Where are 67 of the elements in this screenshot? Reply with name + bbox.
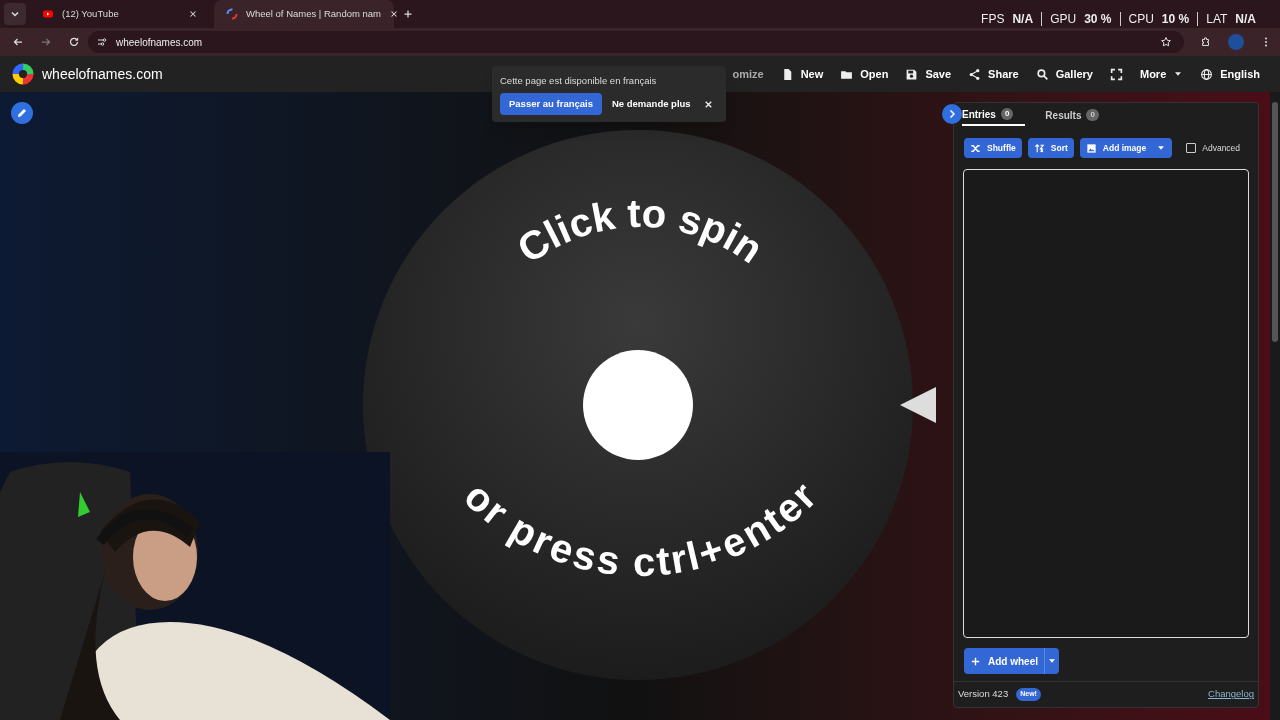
wheel-icon: [226, 8, 238, 20]
browser-tab[interactable]: (12) YouTube: [30, 0, 210, 28]
plus-icon: [970, 655, 981, 667]
menu-fullscreen-button[interactable]: [1110, 67, 1123, 81]
stat-label: FPS: [981, 11, 1005, 28]
popup-message: Cette page est disponible en français: [500, 74, 658, 88]
menu-gallery-button[interactable]: Gallery: [1035, 65, 1093, 83]
image-icon: [1085, 142, 1097, 154]
accept-button[interactable]: Passer au français: [500, 93, 602, 116]
stat-label: CPU: [1128, 11, 1154, 28]
checkbox-label: Advanced: [1202, 141, 1241, 155]
wheel[interactable]: [363, 130, 913, 680]
reload-icon[interactable]: [68, 36, 80, 48]
browser-tab[interactable]: Wheel of Names | Random nam: [214, 0, 394, 28]
count-badge: 0: [1000, 108, 1014, 120]
version-label: Version 423: [958, 687, 1009, 702]
sort-button[interactable]: Sort: [1027, 138, 1074, 158]
panel-tab[interactable]: Results 0: [1045, 104, 1111, 126]
menu-save-button[interactable]: Save: [905, 65, 952, 83]
search-icon: [1035, 67, 1049, 81]
pencil-icon: [16, 107, 28, 119]
site-logo[interactable]: wheelofnames.com: [42, 63, 163, 85]
stat-label: LAT: [1206, 11, 1228, 28]
menu-share-button[interactable]: Share: [968, 65, 1019, 83]
close-icon[interactable]: [389, 9, 399, 19]
address-bar[interactable]: wheelofnames.com: [88, 31, 1184, 53]
extensions-icon[interactable]: [1200, 36, 1212, 48]
shuffle-icon: [970, 142, 981, 154]
new-tab-icon[interactable]: [402, 8, 414, 20]
share-icon: [968, 67, 982, 81]
globe-icon: [1200, 67, 1214, 81]
collapse-button[interactable]: [942, 104, 962, 124]
pointer: [898, 385, 938, 425]
sort-icon: [1033, 142, 1045, 154]
close-icon[interactable]: [188, 9, 198, 19]
edit-button[interactable]: [11, 102, 33, 124]
menu-more-button[interactable]: More: [1140, 65, 1184, 83]
spin-prompt: Click to spin: [509, 190, 771, 272]
menu-new-button[interactable]: New: [780, 65, 824, 83]
back-icon[interactable]: [12, 36, 24, 48]
tab-title: (12) YouTube: [62, 6, 120, 21]
tab-title: Wheel of Names | Random nam: [246, 6, 381, 21]
stat-value: N/A: [1012, 11, 1034, 28]
floppy-icon: [905, 67, 919, 81]
stat-label: GPU: [1050, 11, 1077, 28]
advanced-checkbox[interactable]: [1186, 143, 1197, 153]
wheel-center[interactable]: [583, 350, 693, 460]
logo-icon: [12, 63, 34, 85]
changelog-link[interactable]: Changelog: [1208, 687, 1254, 702]
image-button[interactable]: Add image: [1079, 138, 1173, 158]
menu-open-button[interactable]: Open: [840, 65, 889, 83]
decline-button[interactable]: Ne demande plus: [612, 97, 691, 112]
menu-customize-button[interactable]: omize: [732, 65, 764, 83]
forward-icon[interactable]: [40, 36, 52, 48]
video-icon: [42, 8, 54, 20]
site-settings-icon[interactable]: [96, 36, 108, 48]
fullscreen-icon: [1110, 67, 1123, 81]
count-badge: 0: [1086, 109, 1099, 121]
tab-list-button[interactable]: [4, 3, 26, 25]
stat-value: N/A: [1235, 11, 1256, 28]
shuffle-button[interactable]: Shuffle: [964, 138, 1022, 158]
menu-language-button[interactable]: English: [1200, 65, 1260, 83]
stat-value: 10 %: [1161, 11, 1190, 28]
panel-tab[interactable]: Entries 0: [962, 104, 1026, 126]
star-icon[interactable]: [1160, 36, 1172, 48]
add-wheel-button[interactable]: Add wheel: [964, 648, 1059, 674]
stat-value: 30 %: [1084, 11, 1112, 28]
